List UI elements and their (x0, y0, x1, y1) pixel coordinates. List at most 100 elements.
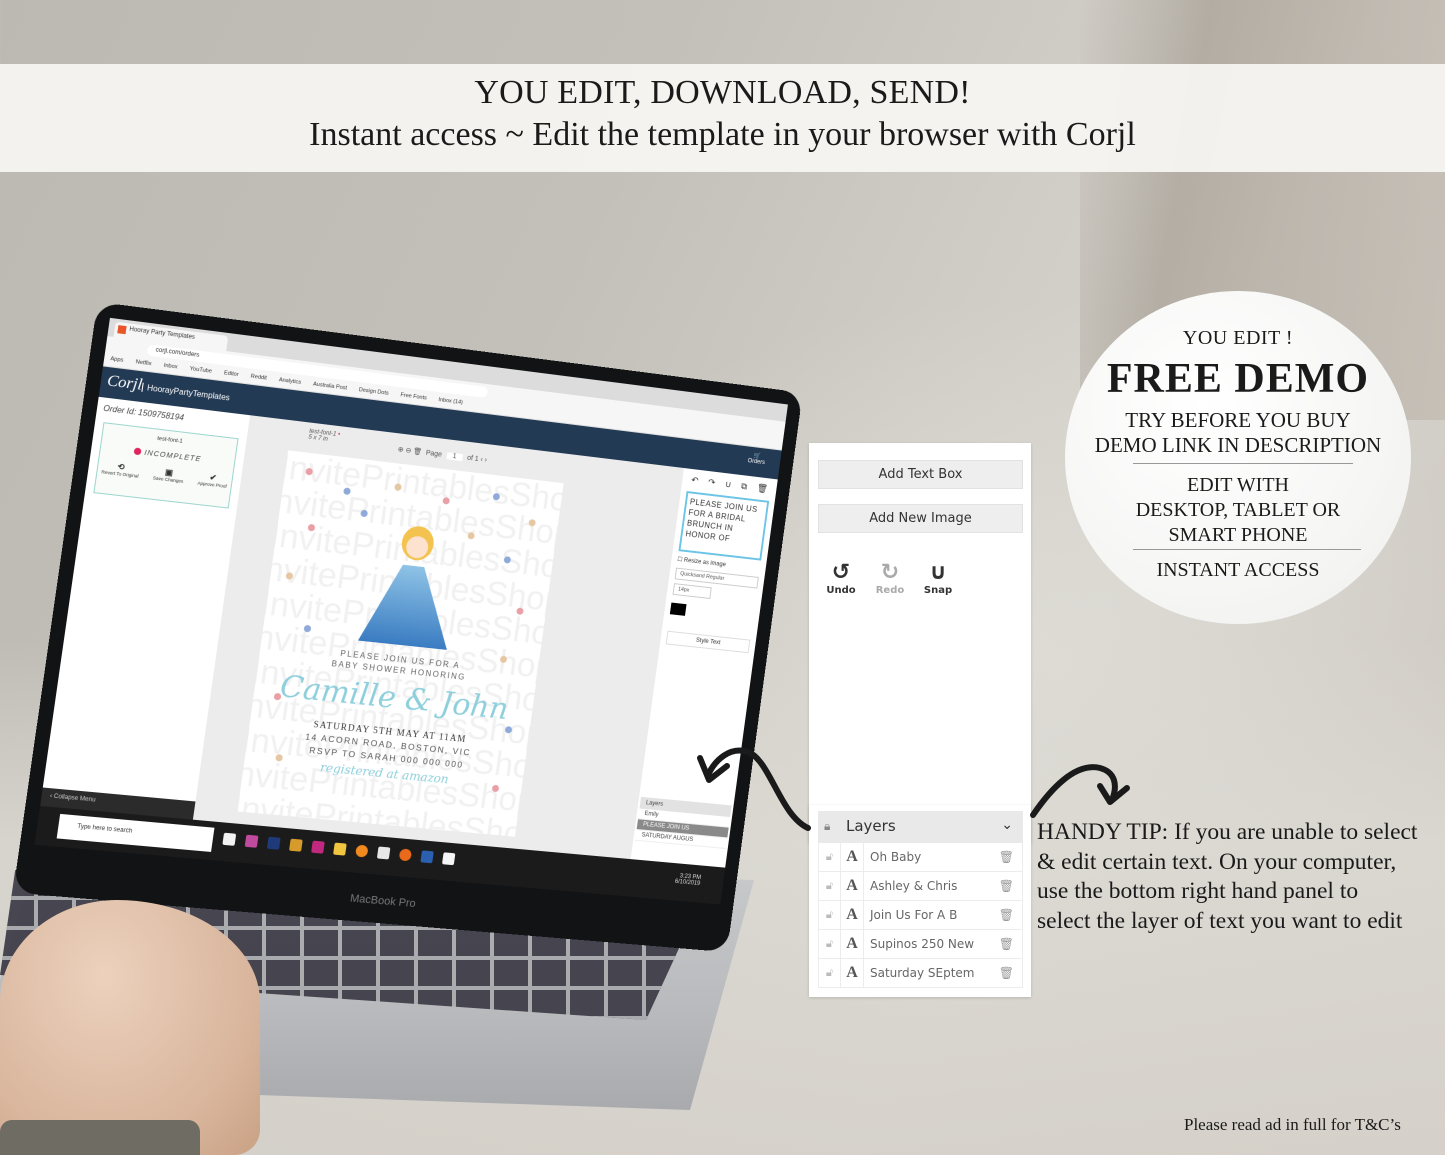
font-size-select[interactable]: 14px (672, 583, 712, 599)
trash-icon[interactable]: 🗑︎ (999, 843, 1014, 871)
undo-icon[interactable]: ↶ (690, 475, 699, 487)
hand (0, 900, 260, 1155)
text-layer-icon: A (841, 901, 864, 929)
prev-page-icon[interactable]: ‹ (480, 456, 483, 463)
layers-panel-zoom: 🔒︎ Layers ⌄ 🔓︎ A Oh Baby 🗑︎ 🔓︎ A Ashley & … (809, 805, 1031, 997)
add-text-box-button[interactable]: Add Text Box (818, 460, 1023, 489)
store-icon[interactable] (222, 832, 237, 846)
layer-row[interactable]: 🔓︎ A Ashley & Chris 🗑︎ (818, 872, 1023, 901)
bookmark-item[interactable]: Apps (110, 356, 124, 364)
unlock-icon[interactable]: 🔓︎ (819, 872, 841, 900)
unlock-icon[interactable]: 🔓︎ (819, 930, 841, 958)
delete-icon[interactable]: 🗑 (756, 483, 768, 495)
badge-devices: DESKTOP, TABLET OR (1135, 499, 1341, 521)
unlock-icon[interactable]: 🔓︎ (819, 959, 841, 987)
revert-button[interactable]: ⟲ Revert To Original (101, 460, 140, 479)
color-swatch[interactable] (669, 602, 687, 616)
media-icon[interactable] (355, 844, 369, 858)
orders-button[interactable]: 🛒 Orders (747, 451, 766, 466)
snap-button[interactable]: ∪ Snap (918, 560, 958, 597)
trash-icon[interactable]: 🗑︎ (999, 872, 1014, 900)
sleeve (0, 1120, 200, 1155)
badge-you-edit: YOU EDIT ! (1182, 327, 1294, 349)
badge-smart-phone: SMART PHONE (1168, 524, 1308, 546)
layers-title: Layers (846, 817, 896, 835)
magnet-icon: ∪ (929, 560, 947, 585)
zoom-in-icon[interactable]: ⊕ (397, 446, 404, 454)
mini-layers-panel: Layers Emily PLEASE JOIN US SATURDAY AUG… (633, 796, 732, 864)
text-edit-box[interactable]: PLEASE JOIN US FOR A BRIDAL BRUNCH IN HO… (678, 491, 770, 561)
page-label: Page (425, 449, 443, 459)
unlock-icon[interactable]: 🔓︎ (819, 843, 841, 871)
badge-divider (1133, 463, 1353, 464)
layer-row[interactable]: 🔓︎ A Oh Baby 🗑︎ (818, 843, 1023, 872)
editor-panel-zoom: Add Text Box Add New Image ↺ Undo ↻ Redo… (809, 443, 1031, 843)
badge-free-demo: FREE DEMO (1106, 356, 1370, 402)
bookmark-item[interactable]: Editor (224, 370, 239, 378)
bookmark-item[interactable]: Inbox (14) (438, 397, 463, 406)
undo-icon: ↺ (831, 560, 851, 585)
tip-line: select the layer of text you want to edi… (1037, 907, 1403, 934)
page-total: of 1 (466, 454, 480, 463)
approve-proof-button[interactable]: ✔ Approve Proof (197, 471, 228, 489)
text-layer-icon: A (841, 930, 864, 958)
bookmark-item[interactable]: YouTube (189, 366, 212, 375)
save-changes-button[interactable]: ▣ Save Changes (153, 466, 185, 484)
add-new-image-button[interactable]: Add New Image (818, 504, 1023, 533)
outlook-icon[interactable] (420, 850, 434, 864)
style-text-select[interactable]: Style Text (665, 630, 751, 654)
firefox-icon[interactable] (398, 848, 413, 862)
layers-list: 🔓︎ A Oh Baby 🗑︎ 🔓︎ A Ashley & Chris 🗑︎ 🔓︎ A… (818, 843, 1023, 988)
duplicate-icon[interactable]: ⧉ (740, 481, 748, 492)
unsaved-dot: • (337, 432, 341, 439)
trash-icon[interactable]: 🗑︎ (999, 930, 1014, 958)
bookmark-item[interactable]: Australia Post (313, 381, 348, 391)
pdf-icon[interactable] (376, 846, 391, 860)
photoshop-icon[interactable] (266, 836, 281, 850)
badge-edit-with: EDIT WITH (1186, 474, 1289, 496)
bookmark-item[interactable]: Analytics (278, 377, 301, 386)
magnet-icon[interactable]: ∪ (724, 479, 732, 490)
chevron-down-icon[interactable]: ⌄ (1001, 817, 1013, 833)
laptop: Hooray Party Templates corjl.com/orders … (0, 0, 803, 1155)
text-layer-icon: A (841, 959, 864, 987)
invitation-canvas[interactable]: InvitePrintablesShop InvitePrintablesShop… (237, 450, 564, 837)
trash-icon[interactable]: 🗑 (413, 448, 423, 456)
layer-name: Ashley & Chris (870, 879, 958, 893)
illustrator-icon[interactable] (289, 838, 303, 852)
store-name: HoorayPartyTemplates (141, 382, 231, 403)
folder-icon[interactable] (333, 842, 347, 856)
badge-try-before: TRY BEFORE YOU BUY (1125, 408, 1351, 432)
laptop-lid: Hooray Party Templates corjl.com/orders … (12, 301, 803, 953)
lock-icon: 🔒︎ (824, 819, 831, 833)
layer-row[interactable]: 🔓︎ A Join Us For A B 🗑︎ (818, 901, 1023, 930)
taskbar-search[interactable]: Type here to search (56, 813, 215, 852)
bookmark-item[interactable]: Inbox (163, 363, 178, 371)
trash-icon[interactable]: 🗑︎ (999, 901, 1014, 929)
terms-note: Please read ad in full for T&C’s (1184, 1115, 1401, 1134)
redo-icon[interactable]: ↷ (707, 477, 716, 488)
bookmark-item[interactable]: Netflix (135, 359, 152, 367)
next-page-icon[interactable]: › (484, 457, 487, 464)
princess-dress (358, 561, 458, 650)
redo-button[interactable]: ↻ Redo (870, 560, 910, 597)
layer-row[interactable]: 🔓︎ A Supinos 250 New 🗑︎ (818, 930, 1023, 959)
chrome-icon[interactable] (244, 834, 259, 848)
layers-header[interactable]: 🔒︎ Layers ⌄ (818, 811, 1023, 843)
trash-icon[interactable]: 🗑︎ (999, 959, 1014, 987)
mail-icon[interactable] (441, 852, 456, 866)
bookmark-item[interactable]: Reddit (250, 374, 267, 382)
status-card: test-font-1 INCOMPLETE ⟲ Revert To Origin… (93, 422, 239, 509)
unlock-icon[interactable]: 🔓︎ (819, 901, 841, 929)
redo-icon: ↻ (880, 560, 900, 585)
zoom-out-icon[interactable]: ⊖ (405, 447, 412, 455)
bookmark-item[interactable]: Free Fonts (400, 392, 427, 401)
orders-label: Orders (747, 458, 766, 467)
page-input[interactable]: 1 (446, 452, 463, 462)
free-demo-badge: YOU EDIT ! FREE DEMO TRY BEFORE YOU BUY … (1065, 291, 1411, 624)
undo-button[interactable]: ↺ Undo (821, 560, 861, 597)
layer-row[interactable]: 🔓︎ A Saturday SEptem 🗑︎ (818, 959, 1023, 988)
bookmark-item[interactable]: Design Dots (358, 387, 389, 397)
indesign-icon[interactable] (311, 840, 325, 854)
order-id: Order Id: 1509758194 (102, 403, 185, 423)
